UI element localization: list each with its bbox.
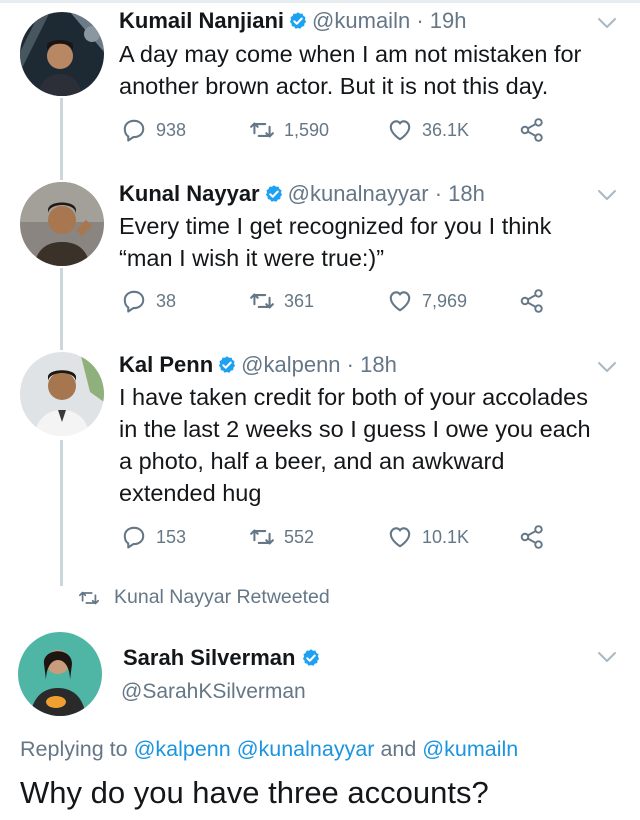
like-button[interactable]: 7,969: [387, 288, 467, 314]
reply-count: 938: [156, 119, 187, 140]
display-name[interactable]: Kunal Nayyar: [119, 181, 260, 206]
tweet-actions: 38 361 7,969: [119, 288, 569, 316]
reply-button[interactable]: 938: [121, 117, 186, 143]
reply-count: 38: [156, 290, 177, 311]
retweet-icon: [249, 117, 275, 143]
handle[interactable]: @SarahKSilverman: [121, 680, 306, 704]
tweet-actions: 938 1,590 36.1K: [119, 117, 569, 145]
verified-badge-icon: [264, 184, 284, 204]
retweet-count: 552: [284, 526, 315, 547]
tweet-text: I have taken credit for both of your acc…: [119, 381, 629, 509]
like-button[interactable]: 10.1K: [387, 524, 469, 550]
mention-link[interactable]: @kumailn: [422, 737, 518, 761]
tweet-header: Kumail Nanjiani @kumailn · 19h: [119, 8, 466, 34]
tweet-header: Kunal Nayyar @kunalnayyar · 18h: [119, 181, 485, 207]
avatar[interactable]: [20, 182, 104, 266]
retweet-count: 361: [284, 290, 315, 311]
timestamp[interactable]: 19h: [430, 8, 467, 33]
display-name[interactable]: Sarah Silverman: [123, 645, 295, 670]
tweet-text-line: A day may come when I am not mistaken fo…: [119, 41, 582, 67]
verified-badge-icon: [301, 648, 321, 668]
focused-tweet-header: Sarah Silverman: [123, 645, 325, 671]
timestamp[interactable]: 18h: [448, 181, 485, 206]
tweet-actions: 153 552 10.1K: [119, 524, 569, 552]
like-count: 36.1K: [422, 119, 470, 140]
handle[interactable]: @kunalnayyar: [288, 181, 429, 206]
avatar[interactable]: [18, 632, 102, 716]
verified-badge-icon: [288, 11, 308, 31]
separator: ·: [416, 8, 424, 33]
retweet-icon: [249, 524, 275, 550]
tweet-text-line: another brown actor. But it is not this …: [119, 73, 549, 99]
tweet-text-line: a photo, half a beer, and an awkward: [119, 448, 505, 474]
separator: ·: [434, 181, 443, 206]
retweet-button[interactable]: 552: [249, 524, 314, 550]
tweet-text-line: I have taken credit for both of your acc…: [119, 384, 588, 410]
tweet-text-line: “man I wish it were true:)”: [119, 245, 385, 271]
share-icon: [519, 524, 545, 550]
share-icon: [519, 117, 545, 143]
like-count: 10.1K: [422, 526, 470, 547]
like-icon: [387, 117, 413, 143]
handle[interactable]: @kumailn: [312, 8, 410, 33]
reply-button[interactable]: 38: [121, 288, 176, 314]
retweeted-label: Kunal Nayyar Retweeted: [114, 586, 330, 608]
replying-prefix: Replying to: [20, 737, 128, 761]
timestamp[interactable]: 18h: [360, 352, 397, 377]
tweet-text-line: extended hug: [119, 480, 262, 506]
share-button[interactable]: [519, 288, 545, 314]
retweeted-indicator[interactable]: Kunal Nayyar Retweeted: [78, 586, 330, 609]
thread-connector: [60, 98, 63, 180]
tweet-text-line: Every time I get recognized for you I th…: [119, 213, 552, 239]
tweet-text: Why do you have three accounts?: [20, 775, 489, 810]
retweet-count: 1,590: [284, 119, 330, 140]
avatar[interactable]: [20, 352, 104, 436]
reply-icon: [121, 117, 147, 143]
mention-link[interactable]: @kunalnayyar: [237, 737, 375, 761]
replying-to: Replying to @kalpenn @kunalnayyar and @k…: [20, 737, 518, 762]
like-button[interactable]: 36.1K: [387, 117, 469, 143]
reply-count: 153: [156, 526, 187, 547]
avatar[interactable]: [20, 12, 104, 96]
like-count: 7,969: [422, 290, 468, 311]
tweet-header: Kal Penn @kalpenn · 18h: [119, 352, 397, 378]
tweet-text-line: in the last 2 weeks so I guess I owe you…: [119, 416, 591, 442]
thread-connector: [60, 268, 63, 350]
retweet-icon: [249, 288, 275, 314]
replying-and: and: [380, 737, 417, 761]
share-button[interactable]: [519, 524, 545, 550]
caret-down-icon[interactable]: [596, 650, 618, 664]
separator: ·: [346, 352, 354, 377]
caret-down-icon[interactable]: [596, 16, 618, 30]
reply-icon: [121, 288, 147, 314]
like-icon: [387, 288, 413, 314]
reply-button[interactable]: 153: [121, 524, 186, 550]
share-button[interactable]: [519, 117, 545, 143]
retweet-button[interactable]: 361: [249, 288, 314, 314]
tweet-text: A day may come when I am not mistaken fo…: [119, 38, 629, 102]
top-divider: [0, 0, 640, 3]
handle[interactable]: @kalpenn: [241, 352, 340, 377]
caret-down-icon[interactable]: [596, 188, 618, 202]
tweet-text: Every time I get recognized for you I th…: [119, 210, 629, 274]
thread-connector: [60, 440, 63, 586]
retweet-icon: [78, 587, 100, 609]
caret-down-icon[interactable]: [596, 360, 618, 374]
verified-badge-icon: [217, 355, 237, 375]
display-name[interactable]: Kumail Nanjiani: [119, 8, 284, 33]
retweet-button[interactable]: 1,590: [249, 117, 329, 143]
mention-link[interactable]: @kalpenn: [134, 737, 231, 761]
like-icon: [387, 524, 413, 550]
share-icon: [519, 288, 545, 314]
reply-icon: [121, 524, 147, 550]
display-name[interactable]: Kal Penn: [119, 352, 213, 377]
